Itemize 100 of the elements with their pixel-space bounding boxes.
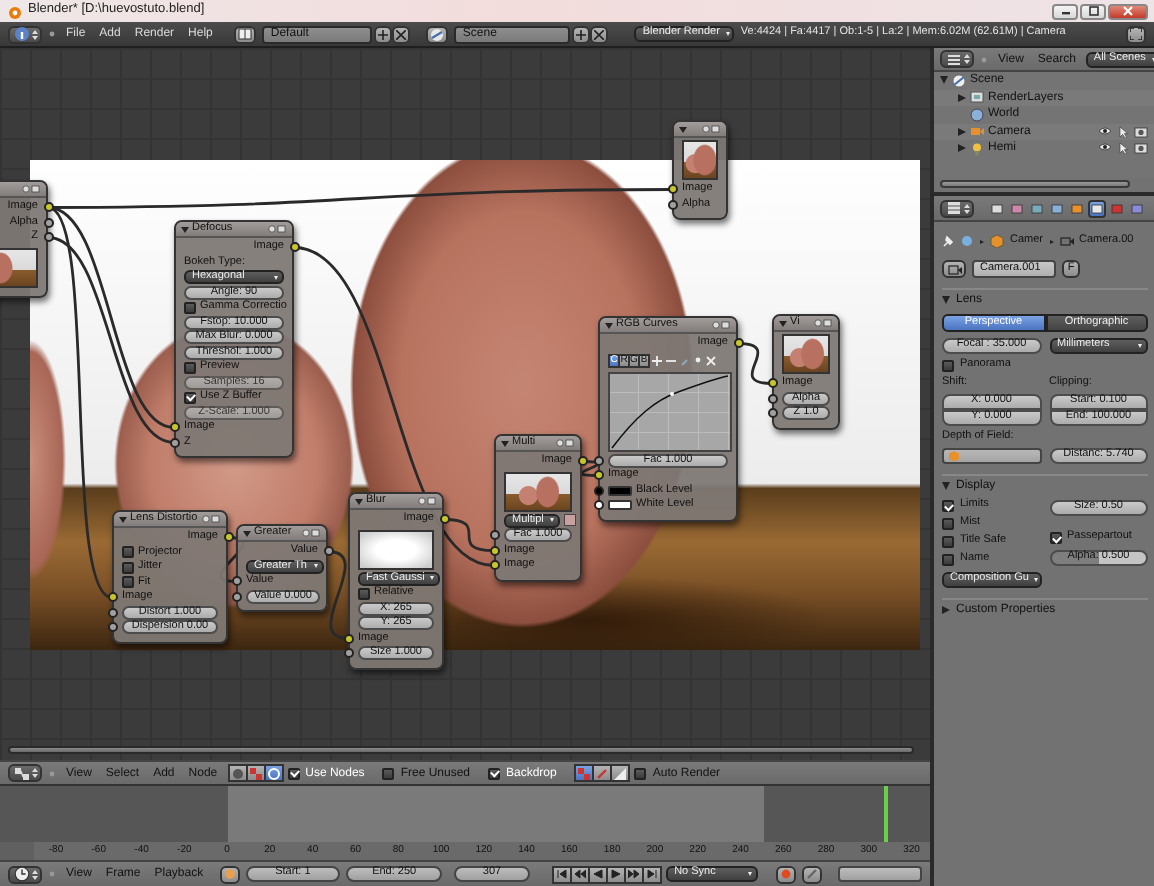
add-button[interactable] — [572, 25, 591, 43]
node-tree-type-button[interactable] — [263, 764, 284, 782]
collapse-dot-icon — [48, 769, 56, 777]
node-options-icon — [702, 124, 720, 134]
close-icon — [706, 355, 716, 365]
collapse-arrow-icon — [779, 320, 787, 326]
checkbox[interactable] — [942, 500, 954, 512]
node-options-icon — [302, 528, 320, 538]
checkbox[interactable] — [942, 360, 954, 372]
checkbox[interactable] — [634, 767, 647, 779]
updown-arrow-icon — [31, 766, 37, 780]
updown-arrow-icon — [963, 201, 969, 215]
checkbox[interactable] — [942, 536, 954, 548]
node-tree-type-button[interactable] — [245, 764, 266, 782]
object-data-icon — [960, 234, 974, 248]
editor-type-icon — [945, 200, 961, 216]
button-glyph-icon — [238, 28, 253, 40]
editor-type-icon — [13, 866, 29, 882]
node-options-icon — [268, 224, 286, 234]
scene-icon — [952, 73, 966, 88]
context-tab[interactable] — [1088, 199, 1106, 217]
collapse-arrow-icon — [243, 530, 251, 536]
editor-type-button[interactable] — [8, 764, 42, 782]
button-glyph-icon — [223, 868, 236, 880]
maximize-button[interactable] — [1080, 3, 1106, 19]
minimize-button[interactable] — [1052, 3, 1078, 19]
collapse-dot-icon — [48, 870, 56, 878]
button-glyph-icon — [628, 868, 641, 880]
wrench-icon — [680, 355, 690, 365]
checkbox[interactable] — [184, 361, 196, 374]
cube-icon — [990, 234, 1004, 248]
zoom-in-icon — [652, 355, 662, 365]
checkbox[interactable] — [184, 301, 196, 314]
camera-data-button[interactable] — [942, 260, 966, 278]
preview-range-button[interactable] — [219, 865, 240, 883]
collapse-arrow-icon — [501, 440, 509, 446]
button-glyph-icon — [556, 868, 569, 880]
checkbox[interactable] — [287, 767, 300, 779]
checkbox[interactable] — [122, 576, 134, 589]
editor-type-button[interactable] — [8, 25, 42, 43]
collapse-arrow-icon — [181, 226, 189, 232]
layout-button[interactable] — [234, 25, 257, 43]
checkbox[interactable] — [184, 391, 196, 404]
editor-type-icon — [13, 765, 29, 781]
color-swatch[interactable] — [608, 500, 632, 511]
checkbox[interactable] — [122, 561, 134, 574]
delete-button[interactable] — [590, 25, 609, 43]
curve-line-icon — [610, 373, 730, 449]
color-swatch[interactable] — [608, 485, 632, 496]
checkbox[interactable] — [942, 518, 954, 530]
keying-set-field[interactable] — [838, 866, 923, 882]
eye-icon[interactable] — [1098, 125, 1112, 136]
checkbox[interactable] — [358, 587, 370, 600]
editor-type-button[interactable] — [940, 50, 974, 68]
node-options-icon — [22, 184, 40, 194]
button-glyph-icon — [1130, 28, 1142, 40]
node-tree-type-button[interactable] — [227, 764, 248, 782]
updown-arrow-icon — [963, 52, 969, 66]
keying-button[interactable] — [802, 865, 823, 883]
editor-type-button[interactable] — [940, 199, 974, 217]
render-icon[interactable] — [1134, 142, 1148, 155]
fullscreen-button[interactable] — [1126, 25, 1146, 43]
curve-graph[interactable] — [608, 371, 732, 451]
preview-image — [782, 334, 830, 374]
button-glyph-icon — [396, 29, 407, 39]
updown-arrow-icon — [31, 867, 37, 881]
scene-button[interactable] — [426, 25, 449, 43]
editor-type-icon — [13, 26, 29, 42]
close-button[interactable] — [1108, 3, 1148, 19]
button-glyph-icon — [594, 29, 605, 39]
camera-data-icon — [1059, 234, 1074, 248]
collapse-dot-icon — [980, 55, 988, 63]
object-field[interactable] — [942, 448, 1041, 464]
add-button[interactable] — [374, 25, 393, 43]
button-glyph-icon — [947, 263, 961, 275]
eye-icon[interactable] — [1098, 142, 1112, 153]
preview-image — [682, 140, 718, 180]
context-tab[interactable] — [988, 199, 1006, 217]
pin-icon[interactable] — [942, 234, 954, 248]
node-options-icon — [814, 318, 832, 328]
render-icon[interactable] — [1134, 125, 1148, 138]
button-glyph-icon — [574, 868, 587, 880]
globe-icon — [970, 107, 984, 122]
editor-type-button[interactable] — [8, 865, 42, 883]
checkbox[interactable] — [942, 554, 954, 566]
checkbox[interactable] — [382, 767, 395, 779]
collapse-arrow-icon — [605, 322, 613, 328]
delete-button[interactable] — [392, 25, 411, 43]
collapse-dot-icon — [48, 30, 56, 38]
button-glyph-icon — [646, 868, 659, 880]
checkbox[interactable] — [488, 767, 500, 779]
updown-arrow-icon — [31, 27, 37, 41]
checkbox[interactable] — [122, 546, 134, 559]
checkbox[interactable] — [1049, 532, 1061, 544]
preview-image — [504, 471, 572, 511]
button-glyph-icon — [1122, 6, 1134, 16]
record-button[interactable] — [776, 865, 797, 883]
collapse-arrow-icon — [119, 516, 127, 522]
collapse-arrow-icon — [355, 498, 363, 504]
zoom-out-icon — [666, 355, 676, 365]
